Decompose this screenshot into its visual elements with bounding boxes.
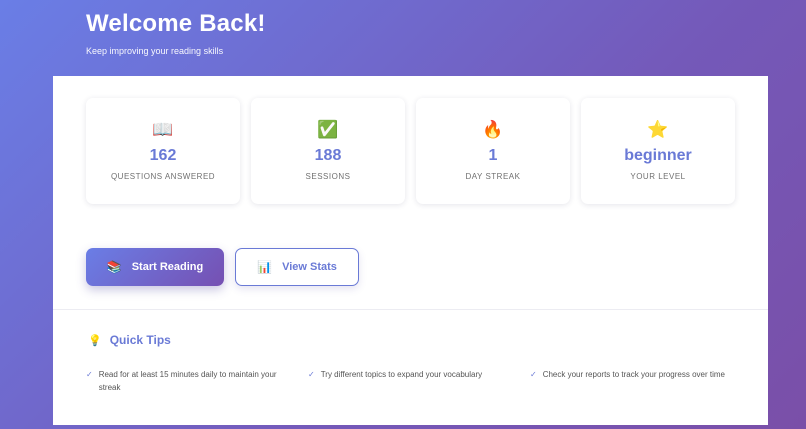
stat-value: 188 xyxy=(314,147,342,164)
stat-card-questions: 📖 162 QUESTIONS ANSWERED xyxy=(86,98,240,204)
stats-row: 📖 162 QUESTIONS ANSWERED ✅ 188 SESSIONS … xyxy=(86,98,736,204)
stat-card-sessions: ✅ 188 SESSIONS xyxy=(251,98,405,204)
stat-value: 1 xyxy=(488,147,498,164)
check-icon: ✅ xyxy=(317,120,339,139)
fire-icon: 🔥 xyxy=(482,120,504,139)
books-icon: 📚 xyxy=(106,260,122,274)
stat-card-streak: 🔥 1 DAY STREAK xyxy=(416,98,570,204)
stat-value: beginner xyxy=(624,147,692,164)
stat-label: DAY STREAK xyxy=(465,172,521,181)
section-divider xyxy=(53,309,768,310)
start-reading-button[interactable]: 📚 Start Reading xyxy=(86,248,224,286)
stat-card-level: ⭐ beginner YOUR LEVEL xyxy=(581,98,735,204)
checkmark-icon: ✓ xyxy=(86,370,93,379)
book-icon: 📖 xyxy=(152,120,174,139)
stat-value: 162 xyxy=(149,147,177,164)
stat-label: SESSIONS xyxy=(305,172,351,181)
page-subtitle: Keep improving your reading skills xyxy=(86,46,224,56)
quick-tips-heading: 💡 Quick Tips xyxy=(88,333,171,347)
tip-text: Read for at least 15 minutes daily to ma… xyxy=(98,370,277,392)
stat-label: QUESTIONS ANSWERED xyxy=(110,172,216,181)
start-reading-label: Start Reading xyxy=(131,261,204,273)
tip-item: ✓ Check your reports to track your progr… xyxy=(530,368,730,381)
checkmark-icon: ✓ xyxy=(530,370,537,379)
dashboard-card: 📖 162 QUESTIONS ANSWERED ✅ 188 SESSIONS … xyxy=(53,76,768,425)
welcome-header: Welcome Back! Keep improving your readin… xyxy=(86,10,766,70)
star-icon: ⭐ xyxy=(647,120,669,139)
view-stats-label: View Stats xyxy=(282,261,337,273)
stat-label: YOUR LEVEL xyxy=(630,172,686,181)
tip-item: ✓ Try different topics to expand your vo… xyxy=(308,368,508,381)
view-stats-button[interactable]: 📊 View Stats xyxy=(235,248,359,286)
tip-item: ✓ Read for at least 15 minutes daily to … xyxy=(86,368,296,394)
tip-text: Try different topics to expand your voca… xyxy=(320,370,483,379)
page-title: Welcome Back! xyxy=(86,10,266,37)
bar-chart-icon: 📊 xyxy=(257,260,273,274)
checkmark-icon: ✓ xyxy=(308,370,315,379)
tip-text: Check your reports to track your progres… xyxy=(542,370,725,379)
lightbulb-icon: 💡 xyxy=(88,334,102,347)
quick-tips-title: Quick Tips xyxy=(109,333,171,347)
